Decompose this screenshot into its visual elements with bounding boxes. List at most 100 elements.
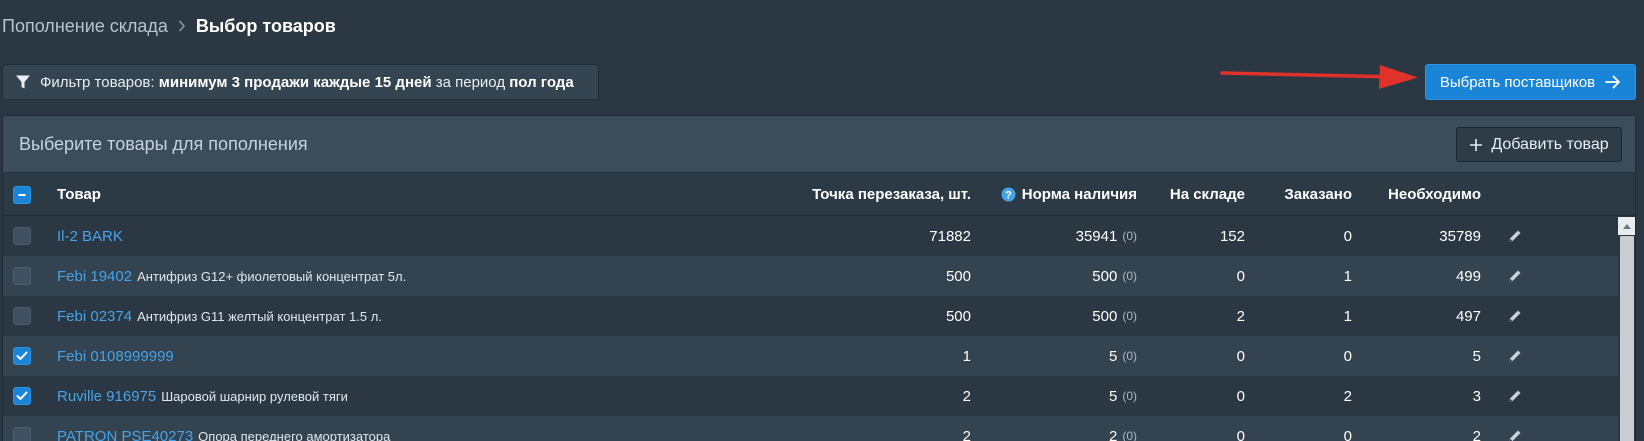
needed-value: 35789: [1439, 227, 1481, 245]
select-all-checkbox[interactable]: [13, 173, 31, 216]
choose-suppliers-label: Выбрать поставщиков: [1439, 73, 1596, 91]
panel-header: Выберите товары для пополнения Добавить …: [3, 116, 1635, 173]
stock-norm-value: 5: [1108, 347, 1118, 365]
filter-rule: минимум 3 продажи каждые 15 дней: [158, 73, 432, 91]
pencil-icon[interactable]: [1507, 376, 1523, 416]
indeterminate-checkbox-icon: [13, 185, 31, 204]
product-cell: Febi 19402 Антифриз G12+ фиолетовый конце…: [57, 256, 406, 296]
reorder-point-value: 500: [945, 267, 971, 285]
row-checkbox[interactable]: [13, 256, 31, 296]
product-cell: Il-2 BARK: [57, 216, 128, 256]
checkbox-unchecked-icon: [13, 227, 31, 245]
needed-value: 2: [1472, 427, 1481, 441]
table-header: Товар Точка перезаказа, шт. ? Норма нали…: [3, 173, 1635, 216]
pencil-icon[interactable]: [1507, 296, 1523, 336]
column-stock-norm[interactable]: ? Норма наличия: [983, 173, 1137, 216]
row-checkbox[interactable]: [13, 296, 31, 336]
add-product-button[interactable]: Добавить товар: [1456, 127, 1622, 162]
checkbox-unchecked-icon: [13, 307, 31, 325]
product-cell: Febi 0108999999: [57, 336, 179, 376]
pencil-icon[interactable]: [1507, 216, 1523, 256]
question-circle-icon[interactable]: ?: [1001, 187, 1016, 202]
breadcrumb-parent-link[interactable]: Пополнение склада: [2, 16, 168, 37]
needed-value: 499: [1455, 267, 1481, 285]
row-checkbox[interactable]: [13, 216, 31, 256]
row-checkbox[interactable]: [13, 416, 31, 441]
choose-suppliers-button[interactable]: Выбрать поставщиков: [1425, 64, 1636, 100]
product-sku-link[interactable]: Febi 0108999999: [57, 348, 174, 365]
stock-norm-value: 500: [1092, 267, 1118, 285]
table-row: Il-2 BARK 71882 35941 (0) 152 0 35789: [3, 216, 1635, 256]
product-sku-link[interactable]: Il-2 BARK: [57, 228, 123, 245]
stock-norm-extra: (0): [1122, 269, 1137, 283]
ordered-value: 0: [1343, 427, 1352, 441]
column-ordered[interactable]: Заказано: [1253, 173, 1352, 216]
filter-prefix: Фильтр товаров:: [40, 73, 155, 91]
arrow-right-icon: [1605, 75, 1621, 89]
checkbox-checked-icon: [13, 347, 31, 365]
breadcrumb: Пополнение склада Выбор товаров: [2, 14, 336, 38]
column-in-stock[interactable]: На складе: [1143, 173, 1245, 216]
scrollbar-thumb[interactable]: [1620, 236, 1634, 441]
page: Пополнение склада Выбор товаров Фильтр т…: [0, 0, 1644, 441]
table-row: Febi 02374 Антифриз G11 желтый концентрат…: [3, 296, 1635, 336]
stock-norm-extra: (0): [1122, 429, 1137, 441]
column-reorder-point[interactable]: Точка перезаказа, шт.: [743, 173, 971, 216]
stock-norm-cell: 35941 (0): [983, 216, 1137, 256]
pencil-icon[interactable]: [1507, 416, 1523, 441]
column-needed[interactable]: Необходимо: [1363, 173, 1481, 216]
stock-norm-extra: (0): [1122, 349, 1137, 363]
pencil-icon[interactable]: [1507, 256, 1523, 296]
column-product[interactable]: Товар: [57, 173, 101, 216]
checkbox-unchecked-icon: [13, 267, 31, 285]
row-checkbox[interactable]: [13, 376, 31, 416]
ordered-value: 0: [1343, 227, 1352, 245]
product-description: Антифриз G11 желтый концентрат 1.5 л.: [137, 308, 382, 324]
ordered-value: 1: [1343, 267, 1352, 285]
stock-norm-value: 500: [1092, 307, 1118, 325]
table-row: Febi 19402 Антифриз G12+ фиолетовый конце…: [3, 256, 1635, 296]
product-sku-link[interactable]: Febi 19402: [57, 268, 132, 285]
in-stock-value: 0: [1236, 427, 1245, 441]
row-checkbox[interactable]: [13, 336, 31, 376]
table-row: Febi 0108999999 1 5 (0) 0 0 5: [3, 336, 1635, 376]
in-stock-value: 0: [1236, 267, 1245, 285]
reorder-point-value: 71882: [929, 227, 971, 245]
ordered-value: 2: [1343, 387, 1352, 405]
red-arrow-icon: [1220, 65, 1418, 89]
product-description: Антифриз G12+ фиолетовый концентрат 5л.: [137, 268, 407, 284]
in-stock-value: 152: [1219, 227, 1245, 245]
add-product-label: Добавить товар: [1491, 135, 1609, 153]
svg-text:?: ?: [1005, 189, 1012, 201]
checkbox-checked-icon: [13, 387, 31, 405]
table-row: PATRON PSE40273 Опора переднего амортизат…: [3, 416, 1635, 441]
ordered-value: 1: [1343, 307, 1352, 325]
stock-norm-value: 5: [1108, 387, 1118, 405]
product-sku-link[interactable]: PATRON PSE40273: [57, 428, 193, 441]
chevron-right-icon: [178, 20, 186, 32]
product-sku-link[interactable]: Ruville 916975: [57, 388, 156, 405]
stock-norm-cell: 5 (0): [983, 376, 1137, 416]
reorder-point-value: 2: [962, 387, 971, 405]
filter-period: пол года: [509, 73, 574, 91]
stock-norm-value: 2: [1108, 427, 1118, 441]
product-description: Опора переднего амортизатора: [198, 428, 391, 441]
product-filter-button[interactable]: Фильтр товаров: минимум 3 продажи каждые…: [2, 64, 599, 100]
products-panel: Выберите товары для пополнения Добавить …: [2, 115, 1636, 441]
stock-norm-value: 35941: [1075, 227, 1118, 245]
stock-norm-extra: (0): [1122, 229, 1137, 243]
stock-norm-extra: (0): [1122, 309, 1137, 323]
product-cell: PATRON PSE40273 Опора переднего амортизат…: [57, 416, 390, 441]
reorder-point-value: 1: [962, 347, 971, 365]
product-sku-link[interactable]: Febi 02374: [57, 308, 132, 325]
stock-norm-cell: 5 (0): [983, 336, 1137, 376]
table-body: Il-2 BARK 71882 35941 (0) 152 0 35789 Febi 1940…: [3, 216, 1635, 441]
vertical-scrollbar[interactable]: [1618, 217, 1635, 441]
in-stock-value: 0: [1236, 387, 1245, 405]
scroll-up-arrow-icon[interactable]: [1618, 217, 1635, 235]
ordered-value: 0: [1343, 347, 1352, 365]
column-stock-norm-label: Норма наличия: [1021, 186, 1137, 203]
in-stock-value: 2: [1236, 307, 1245, 325]
pencil-icon[interactable]: [1507, 336, 1523, 376]
panel-title: Выберите товары для пополнения: [19, 133, 308, 154]
